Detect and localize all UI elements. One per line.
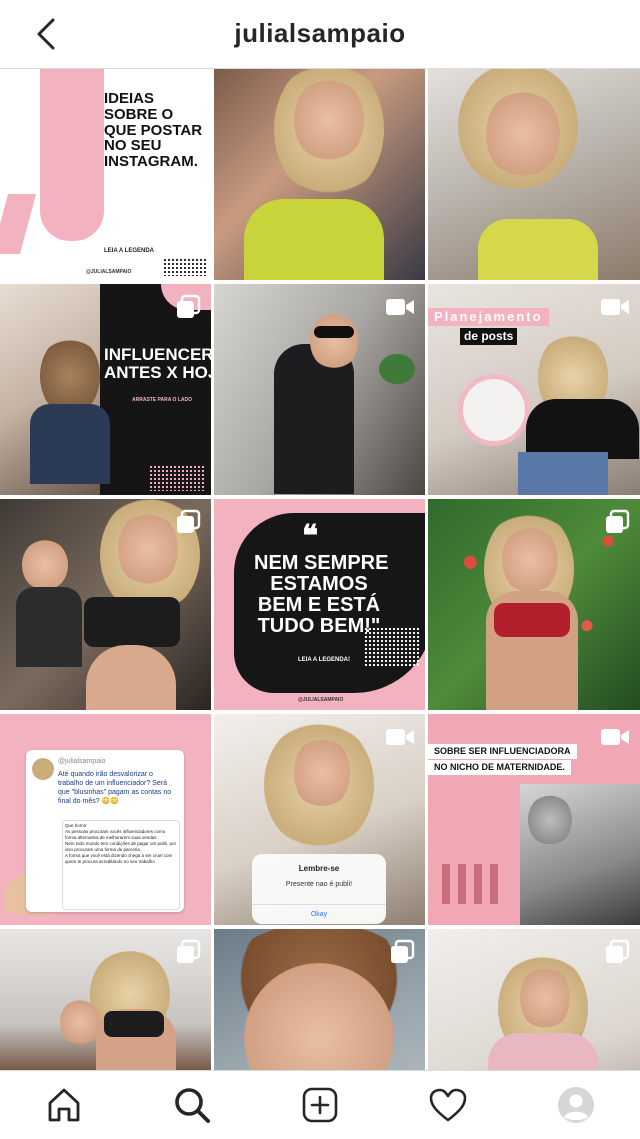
figures-decoration [442, 864, 500, 904]
video-icon [601, 729, 629, 745]
carousel-icon [177, 294, 201, 318]
bottom-nav [0, 1070, 640, 1139]
post-subheadline: de posts [460, 328, 518, 345]
post-tile-2[interactable] [214, 69, 425, 280]
belly-shape [86, 645, 176, 710]
comment-question: Até quando irão desvalorizar o trabalho … [58, 771, 172, 806]
child-face [528, 794, 572, 846]
profile-avatar-icon [558, 1087, 594, 1123]
face-shape [118, 511, 178, 587]
dots-decoration [364, 627, 420, 667]
post-photo [30, 404, 110, 484]
post-subtext: LEIA A LEGENDA! [298, 657, 350, 663]
carousel-icon [606, 509, 630, 533]
post-handle: @JULIALSAMPAIO [86, 269, 132, 275]
nav-home[interactable] [42, 1083, 86, 1127]
post-headline: INFLUENCER: ANTES X HOJE [104, 345, 211, 382]
post-tile-4[interactable]: INFLUENCER: ANTES X HOJE ARRASTE PARA O … [0, 284, 211, 495]
face-shape [486, 89, 560, 179]
sunglasses [314, 326, 354, 338]
bra-shape [104, 1011, 164, 1037]
top-shape [526, 399, 639, 459]
post-subtext: ARRASTE PARA O LADO [132, 397, 192, 403]
carousel-icon [177, 509, 201, 533]
dialog-ok: Okay [252, 904, 386, 918]
video-icon [386, 729, 414, 745]
top-shape [244, 199, 384, 280]
post-graphic [0, 194, 37, 254]
child-shirt [16, 587, 82, 667]
post-tile-14[interactable] [214, 929, 425, 1070]
post-tile-3[interactable] [428, 69, 640, 280]
post-headline: Planejamento [428, 308, 549, 326]
post-tile-7[interactable] [0, 499, 211, 710]
face-shape [294, 736, 350, 810]
post-subtext: LEIA A LEGENDA [104, 248, 155, 254]
reply-bubble: Que horror As pessoas procuram vocês inf… [62, 820, 180, 910]
profile-username: julialsampaio [234, 18, 406, 48]
nav-search[interactable] [170, 1083, 214, 1127]
post-tile-10[interactable]: @julialsampaio Até quando irão desvalori… [0, 714, 211, 925]
post-headline: SOBRE SER INFLUENCIADORA [428, 744, 577, 760]
avatar [32, 758, 54, 780]
video-icon [386, 299, 414, 315]
home-icon [48, 1088, 80, 1122]
post-tile-5[interactable] [214, 284, 425, 495]
top-shape [488, 1033, 598, 1070]
dots-decoration [149, 465, 205, 491]
post-tile-13[interactable] [0, 929, 211, 1070]
top-bar: julialsampaio [0, 0, 640, 69]
post-tile-15[interactable] [428, 929, 640, 1070]
post-tile-6[interactable]: Planejamento de posts [428, 284, 640, 495]
jeans [518, 452, 608, 495]
face-shape [294, 77, 364, 163]
search-icon [175, 1088, 210, 1123]
add-post-icon [302, 1087, 338, 1123]
comment-card: @julialsampaio Até quando irão desvalori… [26, 750, 184, 912]
post-tile-1[interactable]: IDEIAS SOBRE O QUE POSTAR NO SEU INSTAGR… [0, 69, 211, 280]
post-tile-12[interactable]: SOBRE SER INFLUENCIADORA NO NICHO DE MAT… [428, 714, 640, 925]
nav-add-post[interactable] [298, 1083, 342, 1127]
dialog-body: Presente nao é publi! [285, 881, 353, 888]
post-tile-11[interactable]: Lembre-se Presente nao é publi! Okay [214, 714, 425, 925]
face-shape [502, 525, 558, 595]
plant [379, 354, 415, 384]
video-icon [601, 299, 629, 315]
post-tile-8[interactable]: ❝ NEM SEMPRE ESTAMOS BEM E ESTÁ TUDO BEM… [214, 499, 425, 710]
face-shape [520, 965, 570, 1031]
dots-decoration [163, 258, 207, 276]
nav-profile[interactable] [554, 1083, 598, 1127]
bra-shape [84, 597, 180, 647]
posts-grid: IDEIAS SOBRE O QUE POSTAR NO SEU INSTAGR… [0, 69, 640, 1070]
post-subheadline: NO NICHO DE MATERNIDADE. [428, 760, 571, 776]
dialog-box: Lembre-se Presente nao é publi! Okay [252, 854, 386, 924]
bra-shape [494, 603, 570, 637]
nav-activity[interactable] [426, 1083, 470, 1127]
top-shape [478, 219, 598, 280]
child-face [22, 539, 68, 591]
dialog-title: Lembre-se [298, 864, 340, 873]
carousel-icon [177, 939, 201, 963]
post-headline: NEM SEMPRE ESTAMOS BEM E ESTÁ TUDO BEM!" [254, 552, 389, 637]
carousel-icon [391, 939, 415, 963]
post-tile-9[interactable] [428, 499, 640, 710]
alarm-clock [458, 374, 530, 446]
quote-mark: ❝ [302, 520, 319, 553]
post-headline: IDEIAS SOBRE O QUE POSTAR NO SEU INSTAGR… [104, 90, 203, 170]
heart-icon [429, 1088, 467, 1122]
child-face [60, 999, 100, 1045]
post-handle: @JULIALSAMPAIO [298, 697, 344, 703]
carousel-icon [606, 939, 630, 963]
face-shape [310, 312, 358, 370]
post-graphic [40, 69, 104, 241]
comment-handle: @julialsampaio [58, 758, 106, 765]
